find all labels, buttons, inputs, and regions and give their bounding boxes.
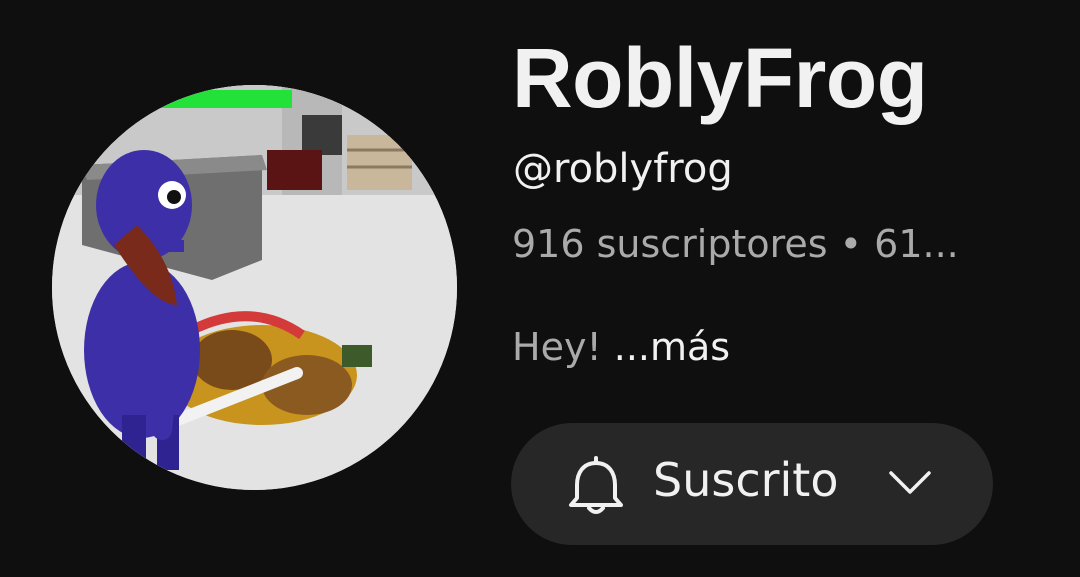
channel-avatar[interactable]: [52, 85, 457, 490]
channel-handle: @roblyfrog: [513, 146, 733, 192]
subscribed-label: Suscrito: [653, 453, 839, 507]
description-more-link[interactable]: ...más: [614, 325, 730, 369]
channel-stats: 916 suscriptores • 61...: [512, 222, 959, 266]
bell-icon: [569, 456, 623, 514]
channel-header: RoblyFrog @roblyfrog 916 suscriptores • …: [0, 0, 1080, 577]
channel-name: RoblyFrog: [512, 31, 928, 125]
chevron-down-icon[interactable]: [887, 463, 933, 503]
channel-description[interactable]: Hey! ...más: [512, 325, 730, 369]
subscribed-button[interactable]: Suscrito: [511, 423, 993, 545]
description-text: Hey!: [512, 325, 614, 369]
avatar-image: [52, 85, 457, 490]
